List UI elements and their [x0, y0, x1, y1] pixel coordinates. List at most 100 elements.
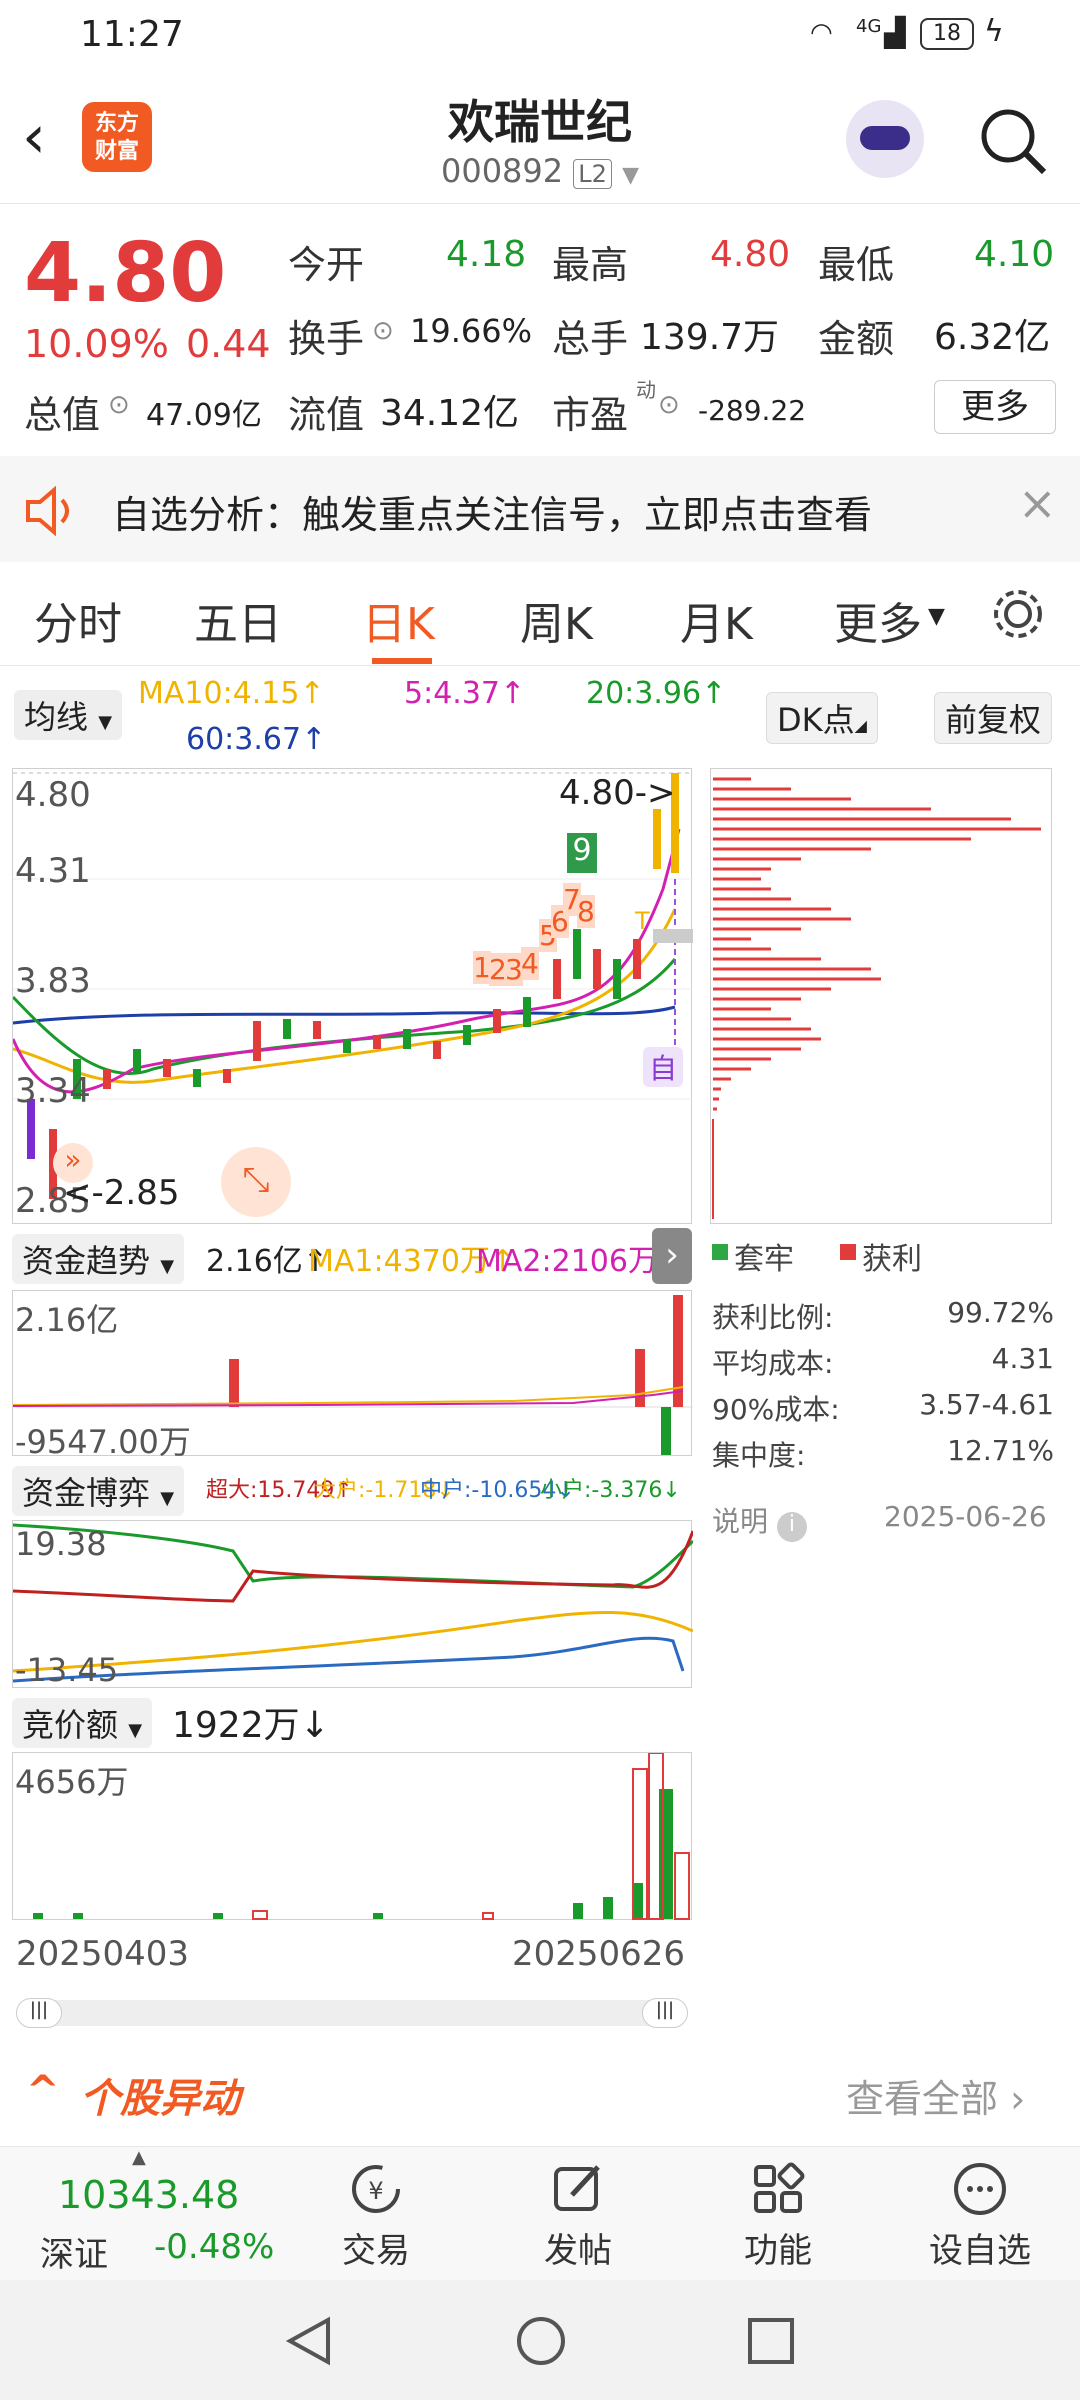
auction-value: 1922万↓	[172, 1705, 330, 1746]
stat-value: 99.72%	[947, 1296, 1054, 1329]
chip-distribution-chart[interactable]	[710, 768, 1052, 1224]
nav-post[interactable]: 发帖	[508, 2161, 648, 2272]
network-type: 4G	[856, 16, 882, 37]
nav-post-label: 发帖	[544, 2231, 612, 2271]
level2-badge: L2	[573, 159, 612, 189]
chevron-right-icon[interactable]: ›	[652, 1228, 692, 1284]
range-slider[interactable]: ||| |||	[16, 1998, 688, 2028]
fund-game-selector[interactable]: 资金博弈 ▼	[12, 1466, 185, 1516]
dk-label: DK点	[777, 701, 855, 739]
fund-game-chart[interactable]: 19.38 -13.45	[12, 1520, 695, 1689]
t-marker: T	[635, 907, 650, 935]
stat-value: 12.71%	[947, 1434, 1054, 1467]
chip-stat-row: 集中度: 12.71%	[712, 1434, 1054, 1480]
fund-trend-bottom: -9547.00万	[15, 1423, 191, 1461]
bottom-toolbar: ▲ 10343.48 深证 -0.48% ¥ 交易 发帖 功能 设自选	[0, 2146, 1080, 2280]
stat-label: 平均成本:	[712, 1347, 834, 1380]
edit-icon	[554, 2165, 600, 2211]
info-dots-icon[interactable]: ⊙	[658, 390, 680, 420]
analysis-banner[interactable]: 自选分析：触发重点关注信号，立即点击查看 ×	[0, 456, 1080, 562]
float-value: 34.12亿	[380, 393, 520, 434]
y-label-3: 3.83	[15, 961, 91, 1001]
view-all-link[interactable]: 查看全部 ›	[846, 2068, 1025, 2123]
date-start: 20250403	[16, 1934, 190, 1974]
info-icon: i	[776, 1512, 807, 1542]
auction-selector[interactable]: 竞价额 ▼	[12, 1698, 153, 1748]
grid-icon	[754, 2162, 805, 2213]
stat-value: 4.31	[991, 1342, 1054, 1375]
trap-swatch	[712, 1244, 728, 1260]
status-bar: 11:27 ◠ 4G ▟ 18 ϟ	[0, 0, 1080, 72]
ma20-value: 20:3.96↑	[586, 676, 727, 711]
slider-handle-left[interactable]: |||	[16, 1998, 62, 2028]
change-pct: 10.09%	[24, 322, 169, 366]
dk-button[interactable]: DK点◢	[766, 692, 878, 744]
last-price: 4.80	[24, 226, 227, 321]
tab-indicator	[372, 658, 432, 664]
last-price-marker: 4.80->	[559, 773, 676, 813]
y-label-top: 4.80	[15, 775, 91, 815]
system-navigation-bar	[0, 2280, 1080, 2400]
ma60-value: 60:3.67↑	[186, 722, 327, 757]
chip-stats: 获利比例: 99.72% 平均成本: 4.31 90%成本: 3.57-4.61 集中…	[712, 1296, 1054, 1480]
chevron-down-icon: ▼	[928, 604, 945, 629]
close-icon[interactable]: ×	[1018, 476, 1057, 530]
recents-square-icon[interactable]	[744, 2314, 798, 2368]
pe-value: -289.22	[698, 394, 807, 427]
turnover-label: 换手	[288, 317, 365, 361]
expand-arrows-icon[interactable]: »	[53, 1143, 93, 1183]
tab-rik[interactable]: 日K	[362, 588, 435, 652]
index-name: 深证	[40, 2235, 108, 2275]
index-ticker[interactable]: ▲ 10343.48 深证 -0.48%	[20, 2147, 290, 2281]
fund-game-bottom: -13.45	[15, 1651, 119, 1689]
tab-more[interactable]: 更多	[834, 588, 922, 652]
tab-fenshi[interactable]: 分时	[34, 588, 122, 652]
view-all-label: 查看全部	[846, 2077, 999, 2121]
fullscreen-icon[interactable]: ⤡	[221, 1147, 291, 1217]
svg-text:¥: ¥	[368, 2177, 383, 2205]
chip-stat-row: 90%成本: 3.57-4.61	[712, 1388, 1054, 1434]
fund-trend-top: 2.16亿	[15, 1301, 119, 1339]
banner-text: 自选分析：触发重点关注信号，立即点击查看	[112, 493, 873, 537]
amount-value: 6.32亿	[934, 317, 1051, 358]
period-tabs: 分时 五日 日K 周K 月K 更多 ▼	[0, 562, 1080, 666]
info-dots-icon[interactable]: ⊙	[108, 390, 130, 420]
trap-label: 套牢	[734, 1242, 794, 1277]
slider-handle-right[interactable]: |||	[642, 1998, 688, 2028]
fund-trend-chart[interactable]: 2.16亿 -9547.00万	[12, 1290, 693, 1461]
tab-yuek[interactable]: 月K	[680, 588, 753, 652]
open-label: 今开	[288, 243, 365, 287]
nav-trade[interactable]: ¥ 交易	[306, 2161, 446, 2272]
nav-functions-label: 功能	[744, 2231, 812, 2271]
low-value: 4.10	[974, 234, 1055, 275]
adjust-button[interactable]: 前复权	[934, 692, 1053, 744]
nav-functions[interactable]: 功能	[708, 2161, 848, 2272]
movement-title: 个股异动	[80, 2076, 240, 2122]
auction-chart[interactable]: 4656万	[12, 1752, 692, 1920]
fund-game-label: 资金博弈	[22, 1474, 151, 1512]
auto-marker[interactable]: 自	[643, 1047, 683, 1087]
settings-gear-icon[interactable]	[988, 584, 1048, 644]
signal-sequence[interactable]: 1 2 3 4 5 6 7 8	[473, 877, 595, 987]
clock: 11:27	[80, 14, 184, 55]
signal-4: 4	[521, 947, 539, 980]
pe-label: 市盈	[552, 393, 629, 437]
info-dots-icon[interactable]: ⊙	[372, 316, 394, 346]
more-button[interactable]: 更多	[934, 380, 1056, 434]
assistant-avatar[interactable]	[846, 100, 924, 178]
ma-selector[interactable]: 均线 ▼	[14, 690, 123, 740]
back-triangle-icon[interactable]	[282, 2314, 336, 2368]
fund-trend-selector[interactable]: 资金趋势 ▼	[12, 1234, 185, 1284]
stat-label: 集中度:	[712, 1439, 806, 1472]
tab-zhouk[interactable]: 周K	[520, 588, 593, 652]
chip-note-link[interactable]: 说明 i	[712, 1500, 807, 1542]
search-icon[interactable]	[978, 106, 1048, 176]
mktcap-label: 总值	[24, 393, 101, 437]
kline-chart[interactable]: 4.80 4.31 3.83 3.34 2.85 4.80-> <-2.85 9…	[12, 768, 693, 1224]
home-circle-icon[interactable]	[514, 2314, 568, 2368]
date-end: 20250626	[512, 1934, 686, 1974]
quote-panel: 4.80 10.09% 0.44 今开 4.18 最高 4.80 最低 4.10…	[0, 204, 1080, 454]
signal-9[interactable]: 9	[567, 833, 597, 873]
nav-add-watchlist[interactable]: 设自选	[910, 2161, 1050, 2272]
tab-wuri[interactable]: 五日	[194, 588, 282, 652]
